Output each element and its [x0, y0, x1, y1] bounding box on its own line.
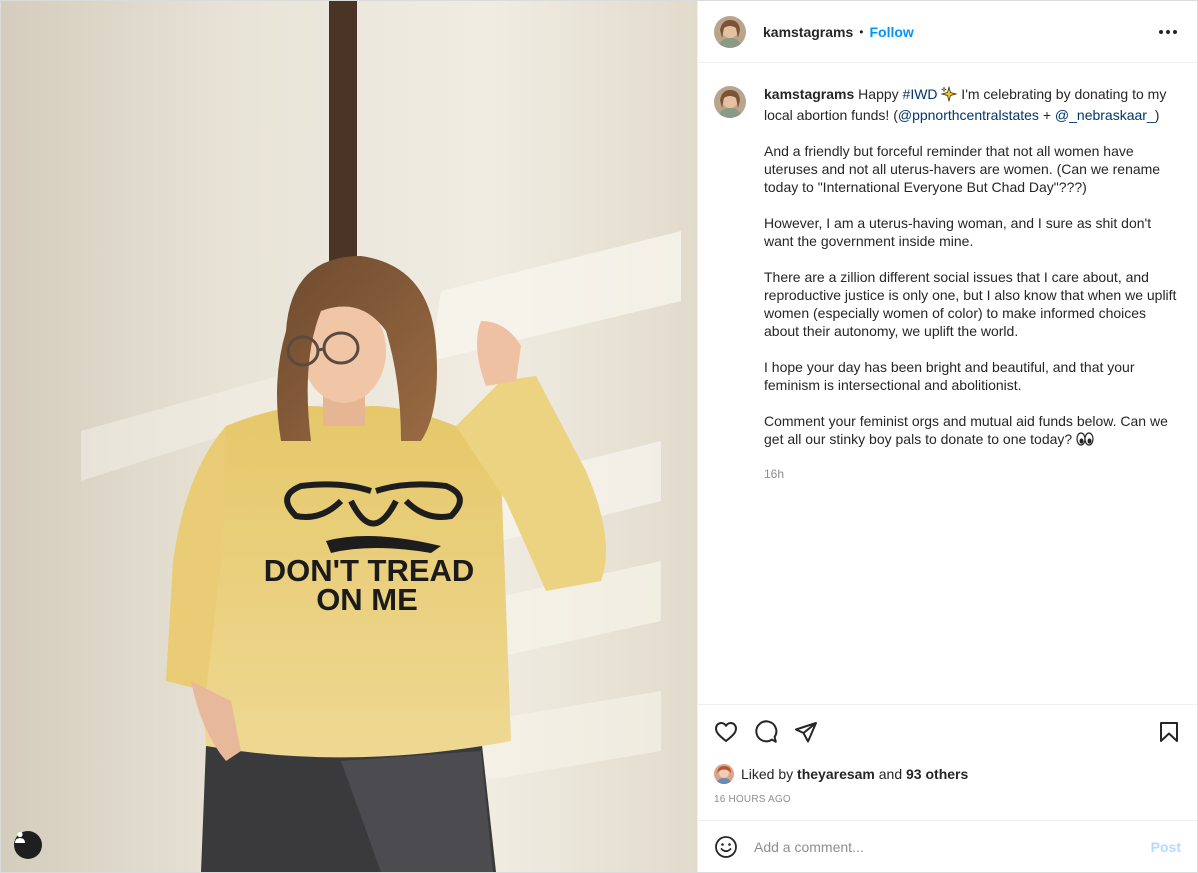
likes-middle: and [874, 766, 907, 782]
post-modal: DON'T TREAD ON ME kamstagrams • Follow k… [0, 0, 1198, 873]
caption-paragraph-3: However, I am a uterus-having woman, and… [764, 215, 1152, 249]
eyes-emoji [1076, 431, 1094, 451]
post-header: kamstagrams • Follow [698, 1, 1197, 63]
liker-avatar[interactable] [714, 764, 734, 784]
caption-text-part: + [1038, 107, 1055, 123]
photo-illustration: DON'T TREAD ON ME [1, 1, 697, 872]
liker-username[interactable]: theyaresam [797, 766, 875, 782]
sparkles-emoji [941, 85, 958, 106]
user-tag-button[interactable] [14, 831, 42, 859]
post-comment-button[interactable]: Post [1151, 839, 1181, 855]
comment-bar: Post [698, 820, 1197, 872]
likes-others-link[interactable]: 93 others [906, 766, 968, 782]
likes-row: Liked by theyaresam and 93 others [698, 758, 1197, 790]
shirt-text-line2: ON ME [316, 582, 418, 617]
heart-icon[interactable] [714, 720, 738, 744]
caption-paragraph-6: Comment your feminist orgs and mutual ai… [764, 413, 1168, 447]
share-icon[interactable] [794, 720, 818, 744]
caption-time[interactable]: 16h [764, 465, 1181, 483]
more-options-button[interactable] [1155, 26, 1181, 38]
caption-paragraph-4: There are a zillion different social iss… [764, 269, 1177, 339]
mention-link-2[interactable]: @_nebraskaar_ [1055, 107, 1155, 123]
mention-link-1[interactable]: @ppnorthcentralstates [898, 107, 1039, 123]
hashtag-link[interactable]: #IWD [903, 86, 938, 102]
action-bar [698, 704, 1197, 758]
separator-dot: • [859, 24, 864, 39]
emoji-icon[interactable] [714, 835, 738, 859]
post-timestamp[interactable]: 16 HOURS AGO [698, 790, 1197, 820]
avatar[interactable] [714, 15, 746, 48]
caption-text-part: Happy [858, 86, 903, 102]
comment-input[interactable] [754, 838, 1151, 855]
username-link[interactable]: kamstagrams [763, 24, 853, 40]
caption-text: kamstagrams Happy #IWD I'm celebrating b… [764, 85, 1181, 483]
post-sidebar: kamstagrams • Follow kamstagrams Happy #… [697, 1, 1197, 872]
caption-paragraph-5: I hope your day has been bright and beau… [764, 359, 1135, 393]
comment-icon[interactable] [754, 719, 778, 744]
post-photo[interactable]: DON'T TREAD ON ME [1, 1, 697, 872]
caption-text-part: ) [1154, 107, 1160, 123]
caption-username[interactable]: kamstagrams [764, 86, 854, 102]
caption-section: kamstagrams Happy #IWD I'm celebrating b… [698, 63, 1197, 704]
caption-avatar[interactable] [714, 86, 746, 118]
more-icon [1159, 29, 1163, 34]
caption-paragraph-2: And a friendly but forceful reminder tha… [764, 143, 1161, 195]
likes-prefix: Liked by [741, 766, 798, 782]
likes-text: Liked by theyaresam and 93 others [741, 766, 968, 782]
user-tag-icon [15, 831, 25, 843]
follow-button[interactable]: Follow [869, 24, 913, 40]
bookmark-icon[interactable] [1157, 720, 1181, 744]
